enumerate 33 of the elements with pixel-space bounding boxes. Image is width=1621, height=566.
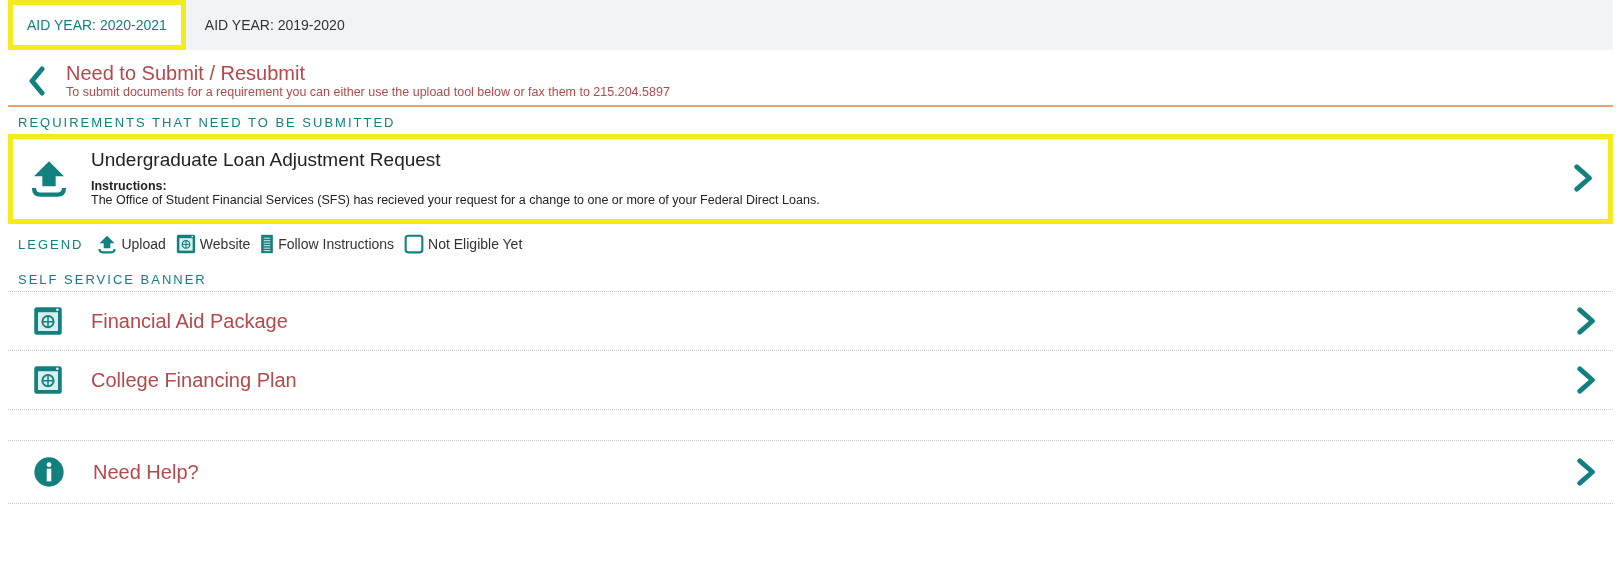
link-row[interactable]: College Financing Plan	[8, 351, 1613, 410]
requirement-card[interactable]: Undergraduate Loan Adjustment Request Instructions: The Office of Student Financial Services (SFS) has recieved your request for a change to one or more of your Federal Direct Loans.	[8, 134, 1613, 224]
empty-square-icon	[404, 234, 425, 254]
page-title: Need to Submit / Resubmit	[66, 62, 306, 85]
instructions-label: Instructions:	[91, 179, 168, 193]
link-row[interactable]: Financial Aid Package	[8, 292, 1613, 351]
section-heading: SELF SERVICE BANNER	[17, 271, 208, 289]
year-tab[interactable]: AID YEAR: 2019-2020	[185, 0, 364, 50]
browser-window-icon	[33, 306, 63, 336]
chevron-right-icon	[1573, 164, 1592, 192]
help-text: Need Help?	[93, 460, 200, 484]
legend-text: Upload	[121, 236, 166, 252]
section-heading: REQUIREMENTS THAT NEED TO BE SUBMITTED	[17, 114, 397, 132]
chevron-right-icon	[1576, 366, 1595, 394]
chevron-right-icon	[1576, 307, 1595, 335]
page-subtitle: To submit documents for a requirement you can either use the upload tool below or fax them to 215.204.5897	[66, 85, 670, 99]
year-tab[interactable]: AID YEAR: 2020-2021	[8, 0, 186, 50]
back-chevron-icon[interactable]	[28, 65, 46, 96]
link-text: Financial Aid Package	[91, 309, 289, 333]
legend-text: Follow Instructions	[278, 236, 395, 252]
instructions-text: The Office of Student Financial Services (SFS) has recieved your request for a change to one or more of your Federal Direct Loans.	[91, 193, 821, 207]
legend-label: LEGEND	[18, 236, 84, 252]
browser-window-icon	[175, 234, 196, 254]
legend-text: Website	[199, 236, 251, 252]
browser-window-icon	[33, 365, 63, 395]
upload-icon	[97, 234, 118, 254]
legend-text: Not Eligible Yet	[428, 236, 523, 252]
help-row[interactable]: Need Help?	[8, 441, 1613, 504]
requirement-title: Undergraduate Loan Adjustment Request	[91, 149, 442, 171]
chevron-right-icon	[1576, 458, 1595, 486]
link-text: College Financing Plan	[91, 368, 298, 392]
info-icon	[33, 456, 65, 488]
document-icon	[260, 234, 275, 254]
